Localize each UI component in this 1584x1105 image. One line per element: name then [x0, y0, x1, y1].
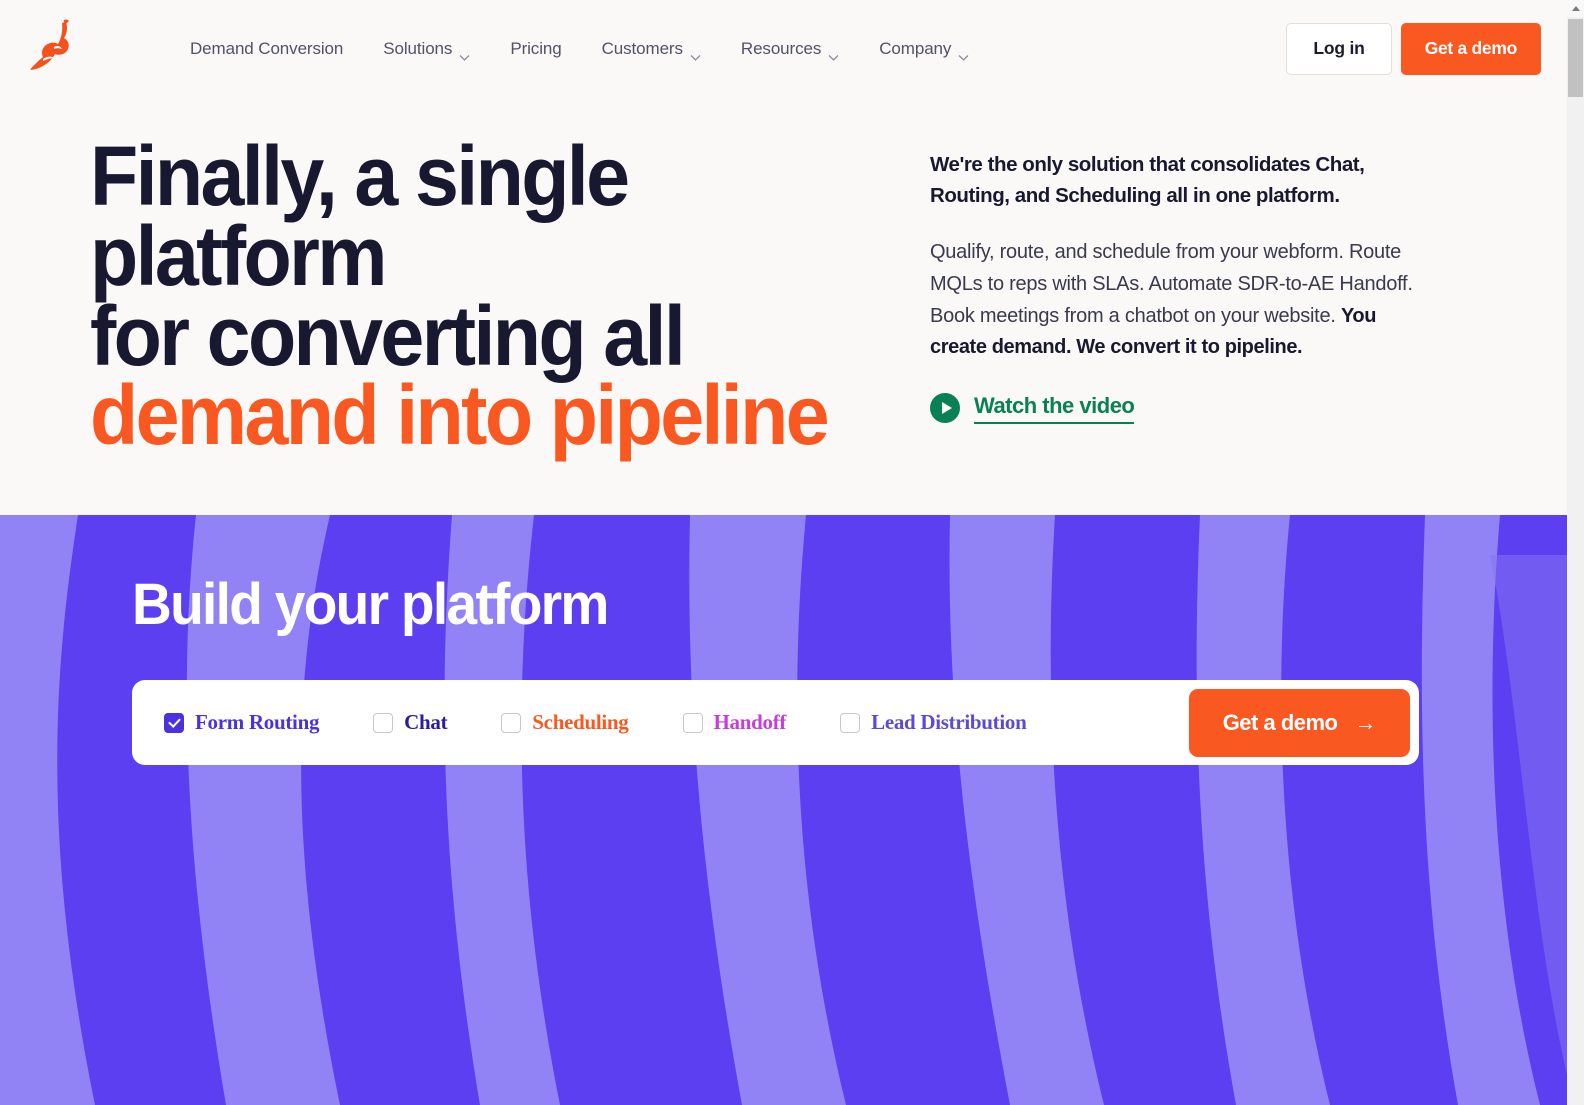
watch-video-row[interactable]: Watch the video: [930, 393, 1424, 424]
option-label: Lead Distribution: [871, 710, 1027, 734]
option-handoff[interactable]: Handoff: [682, 710, 787, 735]
option-chat[interactable]: Chat: [373, 710, 448, 735]
nav-label: Customers: [601, 38, 683, 58]
header-actions: Log in Get a demo: [1286, 22, 1541, 75]
headline-line-3: demand into pipeline: [90, 368, 830, 463]
page-title: Finally, a single platform for convertin…: [90, 129, 880, 463]
checkbox-chat[interactable]: [373, 712, 394, 733]
build-platform-title: Build your platform: [132, 572, 609, 637]
nav-item-demand-conversion[interactable]: Demand Conversion: [190, 31, 343, 67]
checkbox-lead-distribution[interactable]: [840, 712, 861, 733]
checkbox-handoff[interactable]: [682, 712, 703, 733]
page-root: Demand Conversion Solutions Pricing Cust…: [0, 0, 1567, 1105]
build-platform-content: Build your platform Form Routing Chat Sc…: [0, 515, 1567, 765]
option-label: Chat: [404, 710, 448, 734]
site-header: Demand Conversion Solutions Pricing Cust…: [0, 0, 1567, 97]
page-scrollbar[interactable]: [1567, 0, 1584, 1105]
option-label: Scheduling: [532, 710, 629, 734]
chevron-down-icon: [690, 46, 701, 61]
hero-right-column: We're the only solution that consolidate…: [930, 137, 1490, 515]
chili-pepper-logo[interactable]: [28, 18, 84, 80]
checkbox-scheduling[interactable]: [501, 712, 522, 733]
chevron-down-icon: [828, 46, 839, 61]
hero-body: Qualify, route, and schedule from your w…: [930, 237, 1424, 363]
hero-left-column: Finally, a single platform for convertin…: [0, 129, 930, 515]
option-form-routing[interactable]: Form Routing: [164, 710, 319, 735]
option-scheduling[interactable]: Scheduling: [501, 710, 629, 735]
build-platform-section: Build your platform Form Routing Chat Sc…: [0, 515, 1567, 1105]
nav-item-company[interactable]: Company: [879, 31, 969, 67]
nav-item-customers[interactable]: Customers: [602, 31, 701, 67]
arrow-right-icon: →: [1354, 709, 1377, 735]
hero-lede: We're the only solution that consolidate…: [930, 153, 1365, 208]
nav-item-resources[interactable]: Resources: [741, 31, 839, 67]
option-lead-distribution[interactable]: Lead Distribution: [840, 710, 1027, 735]
checkbox-form-routing[interactable]: [164, 712, 184, 733]
scrollbar-up-arrow[interactable]: [1567, 0, 1584, 17]
chevron-down-icon: [459, 46, 470, 61]
platform-options-group: Form Routing Chat Scheduling Handoff Lea…: [164, 710, 1189, 735]
scrollbar-thumb[interactable]: [1568, 19, 1583, 97]
watch-video-link[interactable]: Watch the video: [974, 393, 1135, 424]
option-label: Form Routing: [195, 710, 320, 734]
cta-label: Get a demo: [1222, 709, 1338, 735]
nav-item-pricing[interactable]: Pricing: [510, 31, 561, 67]
hero-section: Finally, a single platform for convertin…: [0, 97, 1567, 515]
chevron-down-icon: [958, 46, 969, 61]
nav-item-solutions[interactable]: Solutions: [383, 31, 470, 67]
headline-line-1: Finally, a single platform: [90, 129, 630, 303]
login-button[interactable]: Log in: [1286, 22, 1392, 75]
get-a-demo-button[interactable]: Get a demo: [1400, 22, 1541, 75]
platform-builder-bar: Form Routing Chat Scheduling Handoff Lea…: [132, 680, 1419, 765]
headline-line-2: for converting all: [90, 288, 686, 383]
build-get-a-demo-button[interactable]: Get a demo →: [1188, 688, 1410, 757]
nav-label: Company: [879, 38, 952, 58]
nav-label: Resources: [740, 38, 822, 58]
play-icon: [930, 393, 960, 424]
nav-label: Pricing: [510, 38, 562, 58]
nav-label: Demand Conversion: [190, 38, 344, 58]
main-navigation: Demand Conversion Solutions Pricing Cust…: [190, 31, 969, 67]
nav-label: Solutions: [383, 38, 453, 58]
option-label: Handoff: [713, 710, 787, 734]
